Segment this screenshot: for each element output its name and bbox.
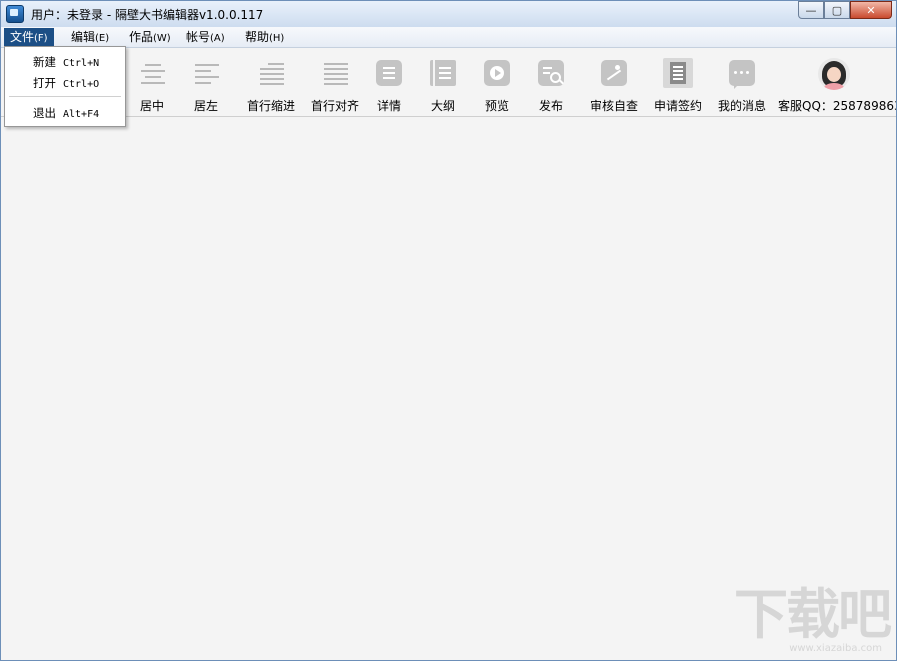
menu-item-open[interactable]: 打开 Ctrl+O bbox=[33, 75, 99, 91]
review-check-button[interactable]: 审核自查 bbox=[588, 48, 640, 116]
apply-contract-icon bbox=[663, 58, 693, 88]
window-title: 用户：未登录 - 隔壁大书编辑器v1.0.0.117 bbox=[31, 8, 264, 22]
file-menu-dropdown: 新建 Ctrl+N 打开 Ctrl+O 退出 Alt+F4 bbox=[4, 46, 126, 127]
maximize-button[interactable]: ▢ bbox=[824, 1, 850, 19]
outline-icon bbox=[430, 60, 456, 86]
app-window: 用户：未登录 - 隔壁大书编辑器v1.0.0.117 — ▢ ✕ 文件(F) 编… bbox=[0, 0, 897, 661]
align-center-icon bbox=[139, 60, 167, 88]
menu-file[interactable]: 文件(F) bbox=[4, 28, 54, 46]
window-controls: — ▢ ✕ bbox=[798, 1, 892, 19]
align-left-icon bbox=[193, 60, 221, 88]
editor-workspace[interactable] bbox=[1, 117, 896, 660]
first-line-align-button[interactable]: 首行对齐 bbox=[308, 48, 364, 116]
minimize-button[interactable]: — bbox=[798, 1, 824, 19]
toolbar: 居中 居左 首行缩进 首行对齐 详情 大纲 预览 发布 审核自查 申请签约 我的… bbox=[1, 48, 896, 117]
details-icon bbox=[376, 60, 402, 86]
watermark: 下载吧 www.xiazaiba.com bbox=[734, 583, 892, 655]
align-left-button[interactable]: 居左 bbox=[187, 48, 227, 116]
title-bar: 用户：未登录 - 隔壁大书编辑器v1.0.0.117 — ▢ ✕ bbox=[1, 1, 896, 27]
menu-works[interactable]: 作品(W) bbox=[123, 28, 177, 46]
first-line-indent-button[interactable]: 首行缩进 bbox=[244, 48, 300, 116]
publish-button[interactable]: 发布 bbox=[535, 48, 567, 116]
outline-button[interactable]: 大纲 bbox=[427, 48, 459, 116]
preview-button[interactable]: 预览 bbox=[481, 48, 513, 116]
close-button[interactable]: ✕ bbox=[850, 1, 892, 19]
apply-contract-button[interactable]: 申请签约 bbox=[652, 48, 704, 116]
customer-service-button[interactable]: 客服QQ：2587898638 bbox=[778, 48, 896, 116]
menu-help[interactable]: 帮助(H) bbox=[239, 28, 290, 46]
align-center-button[interactable]: 居中 bbox=[133, 48, 173, 116]
message-icon bbox=[729, 60, 755, 89]
review-check-icon bbox=[601, 60, 627, 86]
app-logo-icon bbox=[6, 5, 24, 23]
menu-edit[interactable]: 编辑(E) bbox=[65, 28, 115, 46]
menu-item-new[interactable]: 新建 Ctrl+N bbox=[33, 54, 99, 70]
preview-icon bbox=[484, 60, 510, 86]
support-avatar-icon bbox=[818, 58, 850, 90]
first-line-indent-icon bbox=[258, 60, 286, 88]
my-messages-button[interactable]: 我的消息 bbox=[716, 48, 768, 116]
menu-account[interactable]: 帐号(A) bbox=[180, 28, 231, 46]
first-line-align-icon bbox=[322, 60, 350, 88]
publish-icon bbox=[538, 60, 564, 86]
details-button[interactable]: 详情 bbox=[373, 48, 405, 116]
menu-bar: 文件(F) 编辑(E) 作品(W) 帐号(A) 帮助(H) bbox=[1, 27, 896, 48]
menu-separator bbox=[9, 96, 121, 97]
